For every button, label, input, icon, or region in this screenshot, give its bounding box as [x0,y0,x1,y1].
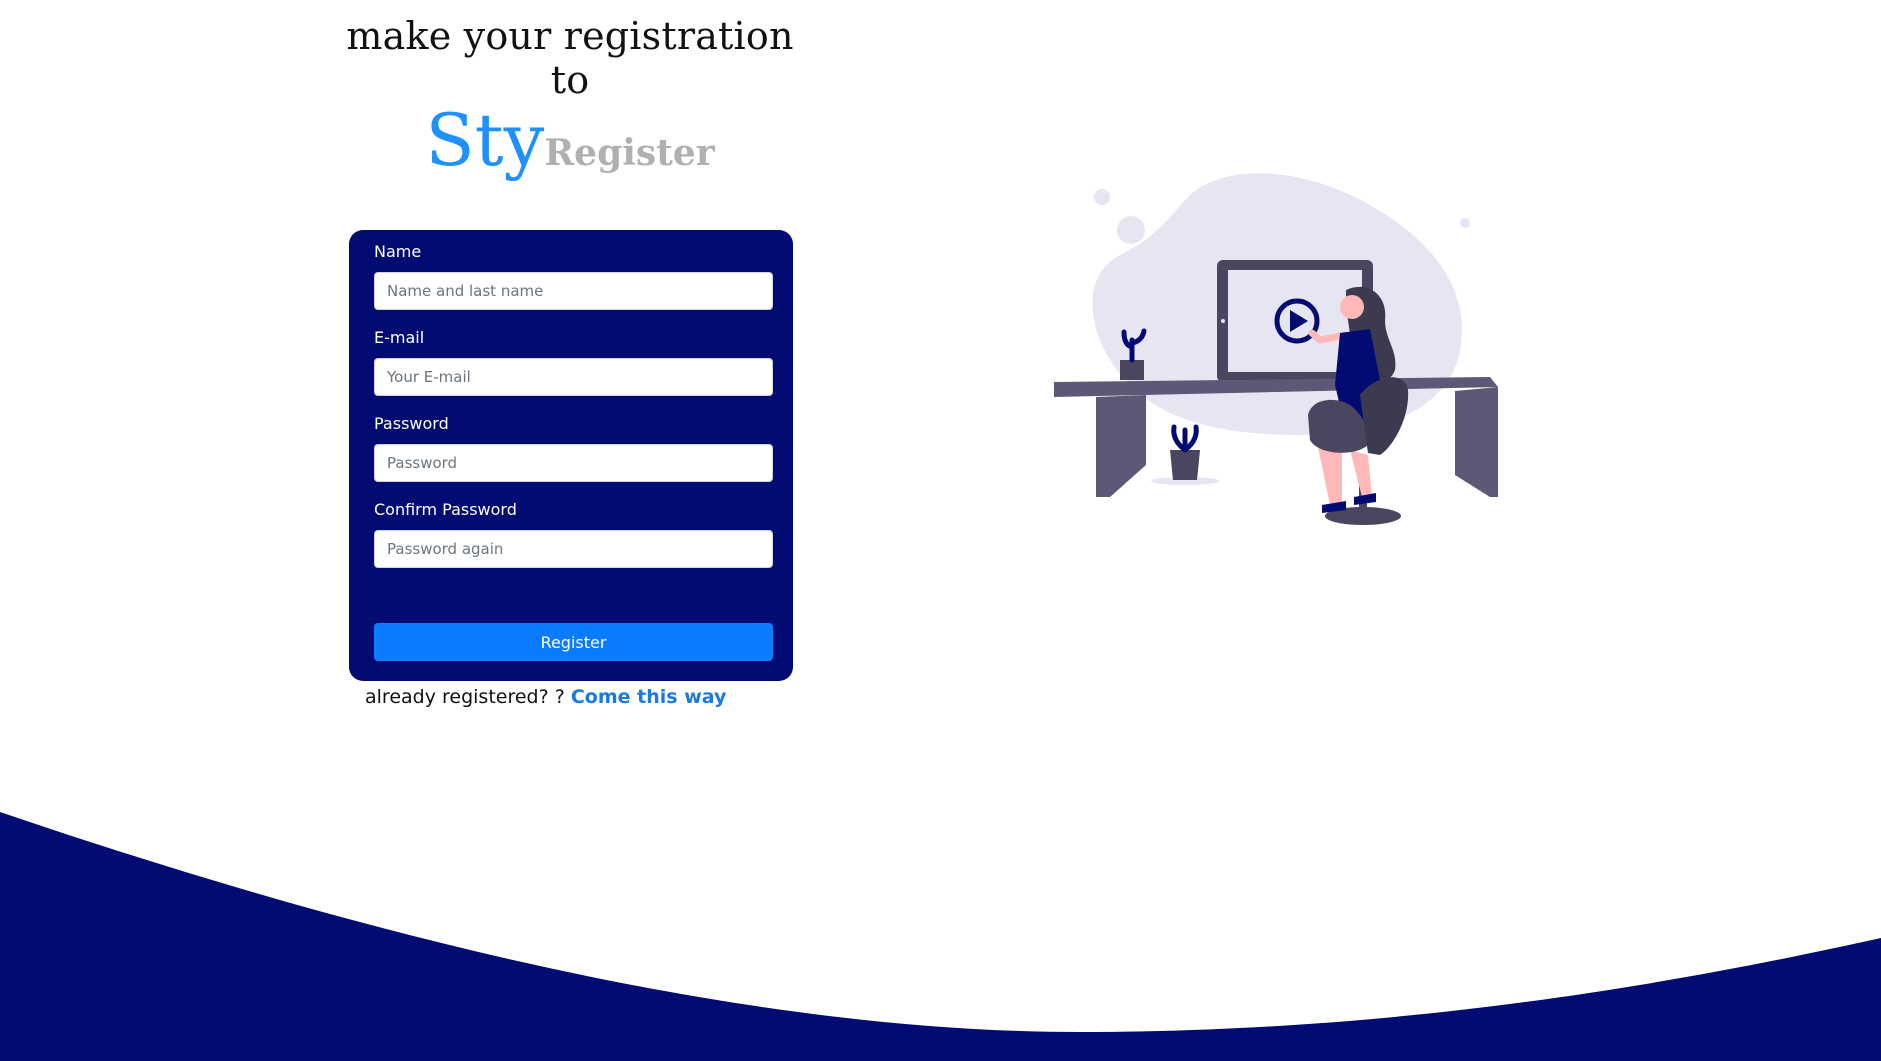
cactus-pot [1120,360,1144,380]
floor-plant-pot [1170,450,1200,480]
bubble-small [1094,189,1110,205]
monitor-camera [1221,319,1225,323]
brand-logo: StyRegister [330,98,810,182]
login-prompt: already registered? ? Come this way [365,686,726,708]
confirm-password-input[interactable] [374,530,773,568]
chair-back [1360,377,1409,455]
brand-logo-primary: Sty [425,98,545,182]
brand-logo-secondary: Register [544,132,715,174]
floor-plant [1171,424,1199,453]
bubble-medium [1117,216,1145,244]
password-input[interactable] [374,444,773,482]
login-prompt-text: already registered? ? [365,686,565,708]
registration-form: Name E-mail Password Confirm Password Re… [349,230,793,681]
bottom-wave [0,812,1881,1061]
desk-leg-right [1455,387,1498,497]
woman-head [1340,295,1364,319]
email-label: E-mail [374,328,425,347]
registration-page: make your registration to StyRegister Na… [0,0,1881,1061]
email-input[interactable] [374,358,773,396]
name-input[interactable] [374,272,773,310]
password-label: Password [374,414,449,433]
page-title: make your registration to [346,14,794,102]
bubble-right [1460,218,1470,228]
desk-illustration [1054,173,1498,525]
confirm-password-label: Confirm Password [374,500,517,519]
register-button[interactable]: Register [374,623,773,661]
name-label: Name [374,242,422,261]
desk-leg-left [1096,395,1146,497]
login-link[interactable]: Come this way [571,686,727,708]
